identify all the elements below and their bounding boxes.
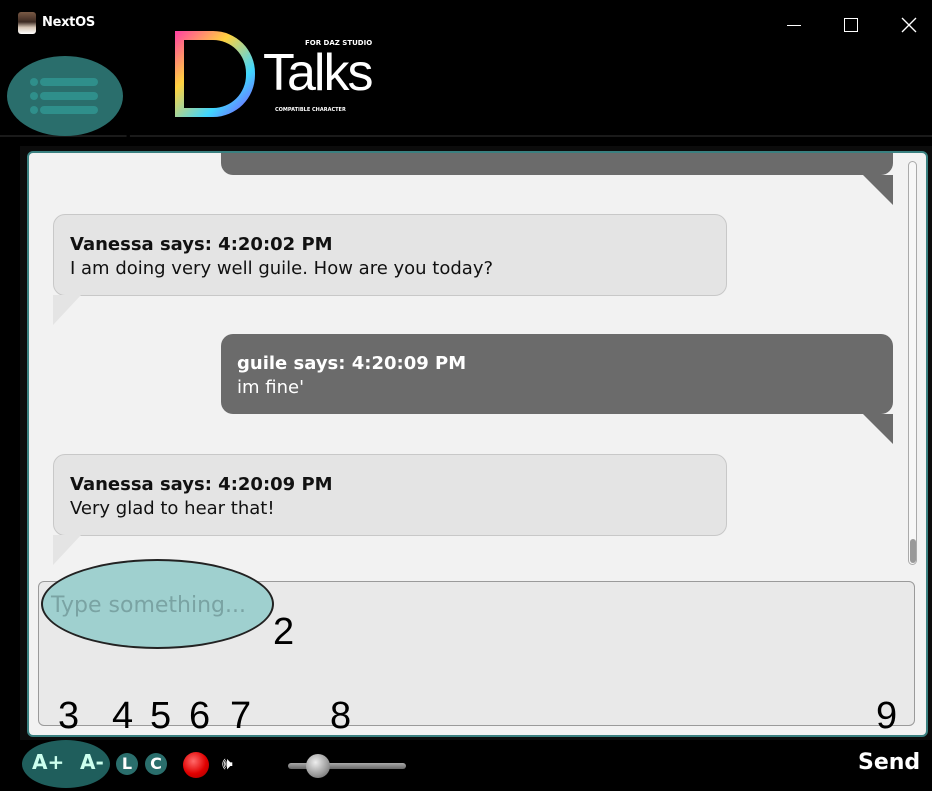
message-text: Very glad to hear that!	[70, 498, 275, 519]
window-title: NextOS	[42, 15, 95, 30]
callout-8: 8	[330, 695, 352, 737]
chat-panel: Vanessa says: 4:20:02 PM I am doing very…	[27, 151, 928, 737]
volume-slider-thumb[interactable]	[306, 754, 330, 778]
callout-5: 5	[150, 695, 172, 737]
message-bubble: guile says: 4:20:09 PM im fine'	[221, 334, 893, 414]
bubble-tail	[863, 414, 893, 444]
callout-3: 3	[58, 695, 80, 737]
record-button[interactable]	[183, 752, 209, 778]
dtalks-logo: FOR DAZ STUDIO Talks COMPATIBLE CHARACTE…	[175, 29, 400, 121]
font-decrease-button[interactable]: A-	[80, 750, 104, 774]
chat-scrollbar[interactable]	[908, 161, 917, 565]
speaker-icon[interactable]: 🕪	[222, 754, 233, 774]
message-bubble: Vanessa says: 4:20:02 PM I am doing very…	[53, 214, 727, 296]
callout-2: 2	[273, 611, 295, 653]
message-text: im fine'	[237, 377, 305, 398]
callout-7: 7	[230, 695, 252, 737]
message-header: Vanessa says: 4:20:02 PM	[70, 234, 333, 255]
callout-6: 6	[189, 695, 211, 737]
maximize-button[interactable]	[828, 8, 874, 40]
font-increase-button[interactable]: A+	[32, 750, 64, 774]
callout-9: 9	[876, 695, 898, 737]
message-bubble: Vanessa says: 4:20:09 PM Very glad to he…	[53, 454, 727, 536]
input-placeholder: Type something...	[51, 593, 246, 618]
close-icon	[901, 17, 917, 33]
message-header: Vanessa says: 4:20:09 PM	[70, 474, 333, 495]
callout-4: 4	[112, 695, 134, 737]
l-button[interactable]: L	[116, 753, 138, 775]
bottom-toolbar: A+ A- L C 🕪 Send	[0, 740, 932, 791]
message-bubble-previous	[221, 153, 893, 175]
send-button[interactable]: Send	[858, 750, 920, 775]
scrollbar-thumb[interactable]	[910, 539, 916, 563]
bubble-tail	[53, 535, 81, 565]
bubble-tail	[863, 175, 893, 205]
close-button[interactable]	[886, 8, 932, 40]
message-text: I am doing very well guile. How are you …	[70, 258, 494, 279]
app-header: 1 FOR DAZ STUDIO Talks COMPATIBLE CHARAC…	[0, 39, 932, 151]
minimize-button[interactable]	[770, 8, 816, 40]
logo-letter-d	[175, 31, 255, 117]
bubble-tail	[53, 295, 81, 325]
title-bar: NextOS	[0, 0, 932, 47]
app-avatar-icon	[18, 12, 36, 34]
c-button[interactable]: C	[145, 753, 167, 775]
menu-button[interactable]	[7, 56, 123, 136]
hamburger-menu-icon	[30, 78, 98, 120]
message-header: guile says: 4:20:09 PM	[237, 353, 467, 374]
logo-bottom-line: COMPATIBLE CHARACTER	[275, 107, 346, 113]
logo-name: Talks	[263, 44, 373, 102]
